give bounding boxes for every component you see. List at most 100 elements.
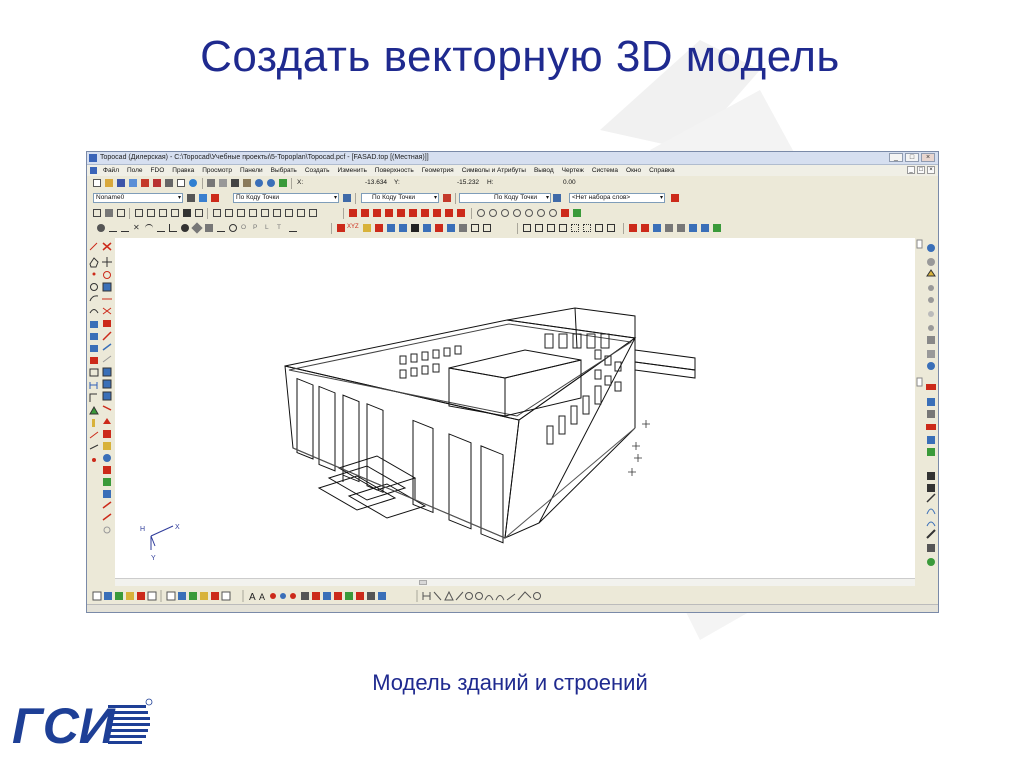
select-box-icon[interactable] <box>93 209 101 217</box>
menu-field[interactable]: Поле <box>123 167 147 174</box>
scrollbar-thumb[interactable] <box>419 580 427 585</box>
move-icon[interactable] <box>117 209 125 217</box>
snap-6-icon[interactable] <box>409 209 417 217</box>
refresh-icon[interactable] <box>279 179 287 187</box>
circle-outline-icon[interactable] <box>229 224 237 232</box>
view-frame-2-icon[interactable] <box>225 209 233 217</box>
tool-2-icon[interactable] <box>641 224 649 232</box>
maximize-button[interactable]: □ <box>905 153 919 162</box>
frame-6-icon[interactable] <box>583 224 591 232</box>
fill-icon[interactable] <box>411 224 419 232</box>
diamond-icon[interactable] <box>191 222 203 234</box>
frame-5-icon[interactable] <box>571 224 579 232</box>
undo-icon[interactable] <box>255 179 263 187</box>
table-icon[interactable] <box>387 224 395 232</box>
frame-2-icon[interactable] <box>535 224 543 232</box>
dictionary-icon[interactable] <box>671 194 679 202</box>
window-cascade-icon[interactable] <box>135 209 143 217</box>
view-frame-1-icon[interactable] <box>213 209 221 217</box>
view-frame-9-icon[interactable] <box>309 209 317 217</box>
line-color-icon[interactable] <box>443 194 451 202</box>
minimize-button[interactable]: _ <box>889 153 903 162</box>
layers-icon[interactable] <box>129 179 137 187</box>
copy-icon[interactable] <box>219 179 227 187</box>
menu-surface[interactable]: Поверхность <box>371 167 418 174</box>
save-icon[interactable] <box>117 179 125 187</box>
print-icon[interactable] <box>165 179 173 187</box>
line-code-select[interactable]: По Коду Точки <box>361 193 439 203</box>
xyz-button[interactable]: XYZ <box>347 224 359 230</box>
explode-icon[interactable] <box>459 224 467 232</box>
menu-symbols[interactable]: Символы и Атрибуты <box>458 167 530 174</box>
layer-edit-icon[interactable] <box>199 194 207 202</box>
frame-7-icon[interactable] <box>595 224 603 232</box>
code-manager-icon[interactable] <box>343 194 351 202</box>
tool-1-icon[interactable] <box>629 224 637 232</box>
hatch-icon[interactable] <box>423 224 431 232</box>
tool-8-icon[interactable] <box>713 224 721 232</box>
view-frame-6-icon[interactable] <box>273 209 281 217</box>
polyline-icon[interactable] <box>121 224 129 232</box>
mode-letter-t[interactable]: T <box>277 224 281 231</box>
slash-icon[interactable] <box>289 224 297 232</box>
line-style-select[interactable]: По Коду Точки <box>459 193 551 203</box>
window-split-icon[interactable] <box>159 209 167 217</box>
preview-icon[interactable] <box>177 179 185 187</box>
frame-1-icon[interactable] <box>523 224 531 232</box>
menu-window[interactable]: Окно <box>622 167 645 174</box>
menu-select[interactable]: Выбрать <box>267 167 301 174</box>
view-frame-7-icon[interactable] <box>285 209 293 217</box>
layer-manager-icon[interactable] <box>211 194 219 202</box>
3d-viewport[interactable]: H X Y <box>115 238 915 578</box>
circle-fill-icon[interactable] <box>181 224 189 232</box>
menu-system[interactable]: Система <box>588 167 622 174</box>
window-fill-icon[interactable] <box>183 209 191 217</box>
word-set-select[interactable]: <Нет набора слов> <box>569 193 665 203</box>
measure-icon[interactable] <box>375 224 383 232</box>
layer-properties-icon[interactable] <box>187 194 195 202</box>
rotate-view-icon[interactable] <box>573 209 581 217</box>
paste-icon[interactable] <box>231 179 239 187</box>
menu-panels[interactable]: Панели <box>236 167 267 174</box>
frame-3-icon[interactable] <box>547 224 555 232</box>
pan-icon[interactable] <box>561 209 569 217</box>
point-icon[interactable] <box>97 224 105 232</box>
mode-letter-o[interactable]: O <box>241 224 246 231</box>
tool-7-icon[interactable] <box>701 224 709 232</box>
zoom-all-icon[interactable] <box>549 209 557 217</box>
zoom-extents-icon[interactable] <box>501 209 509 217</box>
redo-icon[interactable] <box>267 179 275 187</box>
globe-icon[interactable] <box>189 179 197 187</box>
symbol-icon[interactable] <box>435 224 443 232</box>
close-button[interactable]: × <box>921 153 935 162</box>
attach-icon[interactable] <box>483 224 491 232</box>
line-icon[interactable] <box>109 224 117 232</box>
tangent-icon[interactable] <box>157 224 165 232</box>
snap-10-icon[interactable] <box>457 209 465 217</box>
angle-icon[interactable] <box>217 224 225 232</box>
mdi-minimize-button[interactable]: _ <box>907 166 915 174</box>
export-icon[interactable] <box>153 179 161 187</box>
zoom-in-icon[interactable] <box>513 209 521 217</box>
snap-2-icon[interactable] <box>361 209 369 217</box>
frame-4-icon[interactable] <box>559 224 567 232</box>
cross-icon[interactable]: ✕ <box>133 224 141 232</box>
menu-edit[interactable]: Правка <box>168 167 198 174</box>
clipboard-icon[interactable] <box>243 179 251 187</box>
zoom-window-icon[interactable] <box>489 209 497 217</box>
cut-icon[interactable] <box>207 179 215 187</box>
view-frame-8-icon[interactable] <box>297 209 305 217</box>
zoom-previous-icon[interactable] <box>537 209 545 217</box>
mdi-restore-button[interactable]: □ <box>917 166 925 174</box>
zoom-out-icon[interactable] <box>525 209 533 217</box>
view-frame-3-icon[interactable] <box>237 209 245 217</box>
frame-8-icon[interactable] <box>607 224 615 232</box>
menu-file[interactable]: Файл <box>99 167 123 174</box>
snap-9-icon[interactable] <box>445 209 453 217</box>
open-file-icon[interactable] <box>105 179 113 187</box>
menu-create[interactable]: Создать <box>301 167 334 174</box>
zoom-icon[interactable] <box>477 209 485 217</box>
menu-output[interactable]: Вывод <box>530 167 558 174</box>
layer-select[interactable]: Noname0 <box>93 193 183 203</box>
window-stack-icon[interactable] <box>171 209 179 217</box>
